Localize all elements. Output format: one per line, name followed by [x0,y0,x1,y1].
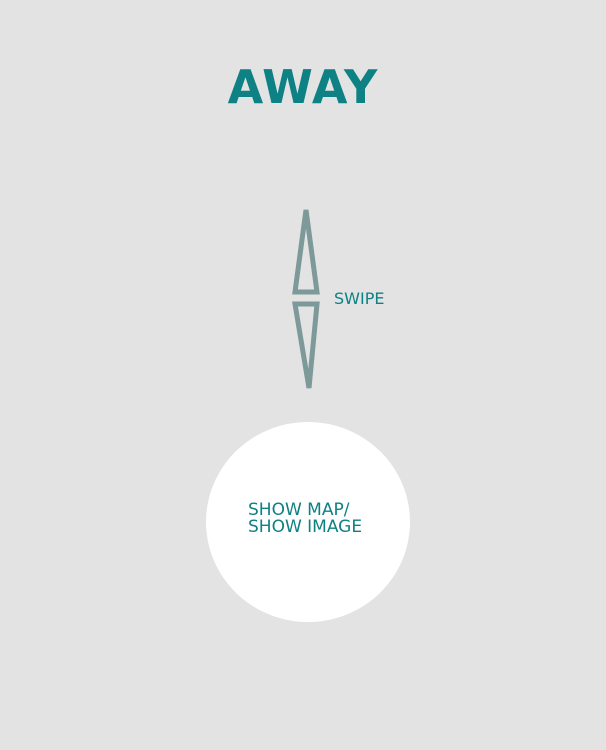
show-map-image-toggle-button[interactable]: SHOW MAP/ SHOW IMAGE [206,422,410,622]
toggle-label-line-2: SHOW IMAGE [248,517,363,537]
swipe-label: SWIPE [334,289,385,308]
swipe-control[interactable]: SWIPE [288,205,408,395]
page-title: AWAY [227,60,379,114]
toggle-label: SHOW MAP/ SHOW IMAGE [248,502,362,536]
double-arrow-up-down-icon [292,209,320,389]
